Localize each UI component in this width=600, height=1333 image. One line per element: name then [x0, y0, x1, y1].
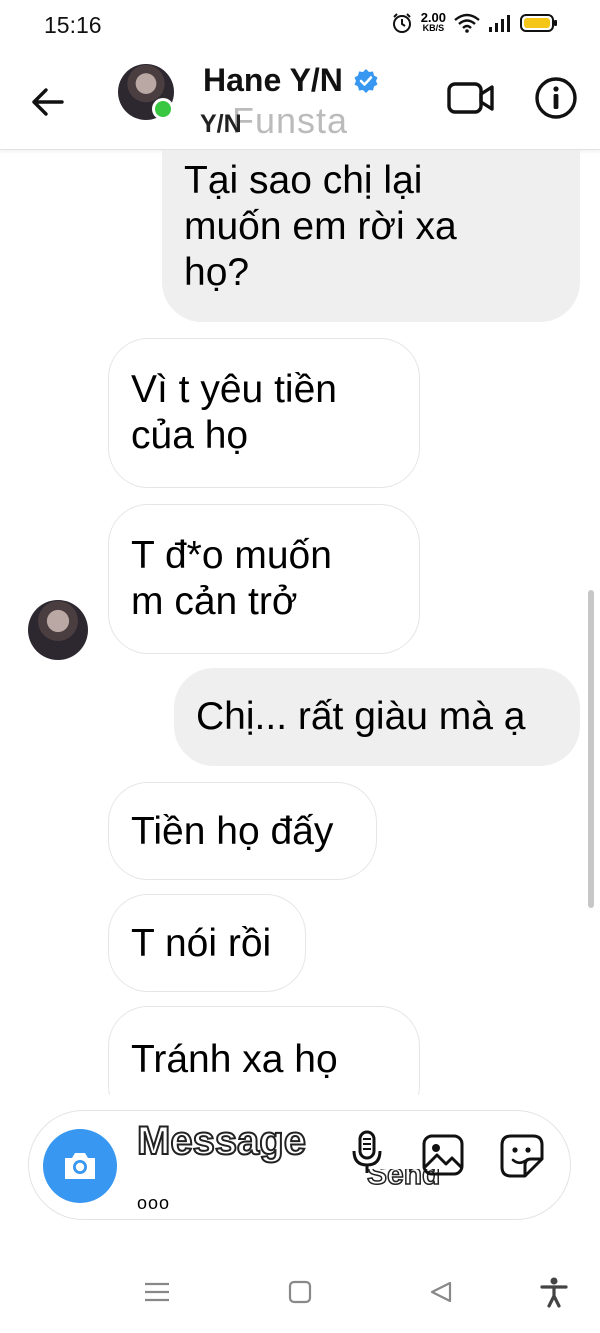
message-line: m cản trở — [131, 580, 298, 623]
contact-name: Hane Y/N — [203, 62, 343, 98]
message-bubble-received[interactable]: Vì t yêu tiền của họ — [108, 338, 420, 488]
message-line: Chị... rất giàu mà ạ — [196, 695, 526, 738]
signal-icon — [489, 15, 510, 32]
info-icon[interactable] — [534, 76, 578, 120]
sticker-icon[interactable] — [499, 1133, 545, 1179]
verified-badge-icon — [354, 68, 378, 93]
message-line: Vì t yêu tiền — [131, 368, 337, 411]
status-bar: 15:16 2.00 KB/S — [0, 0, 600, 52]
camera-icon — [65, 1153, 95, 1179]
message-composer: ooo Send — [28, 1110, 571, 1220]
camera-button[interactable] — [43, 1129, 117, 1203]
gallery-icon[interactable] — [421, 1133, 465, 1177]
message-line: T đ*o muốn — [131, 534, 332, 577]
message-thread[interactable]: Tại sao chị lại muốn em rời xa họ? Vì t … — [0, 150, 600, 1095]
arrow-left-icon[interactable] — [28, 82, 68, 122]
sender-avatar[interactable] — [28, 600, 88, 660]
message-line: muốn em rời xa — [184, 205, 457, 248]
status-time: 15:16 — [44, 12, 102, 38]
accessibility-icon[interactable] — [538, 1276, 570, 1308]
contact-handle: Y/N — [200, 110, 242, 138]
typing-indicator: ooo — [137, 1193, 171, 1213]
message-bubble-received[interactable]: T nói rồi — [108, 894, 306, 992]
message-bubble-sent[interactable]: Chị... rất giàu mà ạ — [174, 668, 580, 766]
video-camera-icon[interactable] — [446, 78, 496, 118]
alarm-icon — [392, 13, 411, 33]
message-input[interactable] — [137, 1119, 337, 1164]
message-line: Tiền họ đấy — [131, 810, 334, 853]
network-speed: 2.00 KB/S — [420, 10, 446, 33]
message-line: Tại sao chị lại — [184, 159, 423, 202]
status-icons: 2.00 KB/S — [391, 10, 558, 34]
message-line: họ? — [184, 251, 250, 294]
recent-apps-icon[interactable] — [142, 1280, 172, 1304]
message-bubble-received[interactable]: Tránh xa họ — [108, 1006, 420, 1095]
handle-overlay-text: Funsta — [232, 100, 349, 141]
message-line: T nói rồi — [131, 922, 272, 965]
system-nav-bar — [0, 1250, 600, 1333]
message-bubble-received[interactable]: T đ*o muốn m cản trở — [108, 504, 420, 654]
message-bubble-received[interactable]: Tiền họ đấy — [108, 782, 377, 880]
back-triangle-icon[interactable] — [428, 1280, 454, 1304]
battery-icon — [520, 14, 557, 32]
home-icon[interactable] — [288, 1280, 312, 1304]
contact-name-row[interactable]: Hane Y/N — [203, 62, 379, 99]
chat-header: Hane Y/N Funsta Y/N — [0, 52, 600, 150]
chat-scrollbar[interactable] — [588, 590, 594, 908]
wifi-icon — [454, 13, 480, 33]
message-bubble-sent[interactable]: Tại sao chị lại muốn em rời xa họ? — [162, 150, 580, 322]
message-line: của họ — [131, 414, 249, 457]
message-line: Tránh xa họ — [131, 1038, 338, 1081]
online-status-indicator — [152, 98, 174, 120]
